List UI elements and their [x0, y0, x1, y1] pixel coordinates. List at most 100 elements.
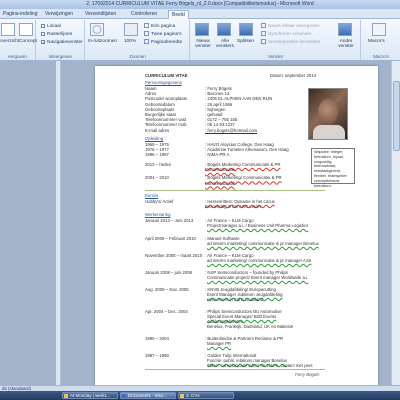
photo-face	[318, 99, 338, 125]
kennis-text: Bezoekdag in het ARC Leider	[205, 204, 262, 210]
switch-window-icon[interactable]	[338, 23, 352, 36]
ribbon-tabs: Pagina-indeling Verwijzingen Verzendlijs…	[0, 9, 400, 19]
photo-shirt	[313, 125, 345, 139]
new-window-icon[interactable]	[195, 23, 209, 36]
cv-heading: CURRICULUM VITAE	[145, 73, 188, 78]
group-zoomen-label: Zoomen	[129, 54, 146, 59]
profile-photo	[308, 88, 348, 140]
werk-detail: Communicatie project/ Event manager Worl…	[207, 275, 309, 280]
werk-period: Januari 2013 – Juni 2013	[145, 218, 194, 223]
taskbar-button-document1[interactable]: Document1 - Micr...	[120, 392, 176, 399]
word-icon	[122, 394, 126, 398]
concept-button[interactable]: Concept	[19, 39, 37, 45]
werk-detail: ad interim marketing/ communicatie & pr …	[207, 258, 312, 263]
navigatievenster-checkbox[interactable]: Navigatievenster	[41, 40, 83, 46]
arrange-all-icon[interactable]	[217, 23, 231, 36]
draft-view-icon[interactable]	[19, 23, 33, 36]
scrollbar-thumb[interactable]	[393, 81, 400, 151]
werk-period: Januari 2008 – juni 2008	[145, 270, 193, 275]
group-zoomen: In-/uitzoomen 100% Eén pagina Twee pagin…	[86, 20, 190, 60]
zoom-100-button[interactable]: 100%	[124, 39, 136, 45]
page-icon	[144, 23, 149, 28]
group-weergeven: Liniaal Rasterlijnen Navigatievenster We…	[37, 20, 85, 60]
vensterpositie-label: Vensterpositie herstellen	[268, 40, 321, 45]
folder-icon	[180, 394, 184, 398]
zoom-icon[interactable]	[90, 23, 104, 36]
werk-period: 1987 – 1990	[145, 353, 169, 358]
synchroon-schuiven-button[interactable]: Synchroon schuiven	[261, 31, 311, 38]
sync-scroll-icon	[261, 31, 266, 36]
naast-elkaar-button[interactable]: Naast elkaar weergeven	[261, 23, 320, 30]
split-icon[interactable]	[239, 23, 253, 36]
cv-datum: Datum: september 2014	[270, 73, 317, 78]
zoom-100-icon[interactable]	[124, 23, 138, 36]
nieuw-venster-button[interactable]: Nieuw venster	[192, 39, 214, 49]
tab-pagina-indeling[interactable]: Pagina-indeling	[0, 10, 40, 19]
folder-icon	[64, 394, 68, 398]
opleiding-period: 2004 – 2010	[145, 175, 169, 181]
opleiding-text: Pommeraceaak	[205, 167, 236, 173]
page-width-icon	[144, 39, 149, 44]
personalia-title: Persoonsgegevens	[145, 80, 182, 85]
outline-view-icon[interactable]	[1, 23, 15, 36]
navigatie-label: Navigatievenster	[47, 40, 83, 45]
document-page[interactable]: CURRICULUM VITAE Datum: september 2014 P…	[95, 66, 378, 385]
skills-box: Wapidee: integer, betrokken, loyaal, zor…	[311, 148, 355, 188]
rasterlijnen-checkbox[interactable]: Rasterlijnen	[41, 32, 72, 38]
footer-divider	[145, 369, 325, 370]
liniaal-label: Liniaal	[47, 24, 61, 29]
tab-verwijzingen[interactable]: Verwijzingen	[42, 10, 76, 19]
een-pagina-label: Eén pagina	[151, 24, 176, 29]
vertical-ruler	[56, 61, 61, 385]
kennis-title: Kennis	[145, 193, 159, 198]
zoom-button[interactable]: In-/uitzoomen	[88, 39, 117, 45]
liniaal-checkbox[interactable]: Liniaal	[41, 24, 61, 30]
vertical-scrollbar[interactable]	[391, 61, 400, 385]
reset-window-icon	[261, 39, 266, 44]
synchroon-label: Synchroon schuiven	[268, 32, 312, 37]
ribbon: overzicht Concept eergaven Liniaal Raste…	[0, 19, 400, 61]
opleiding-text: : NIMA-PR A	[205, 152, 230, 158]
checkbox-icon	[41, 32, 45, 36]
werk-period: 1990 – 2004	[145, 336, 169, 341]
tab-controleren[interactable]: Controleren	[128, 10, 160, 19]
werk-period: Aug. 2005 – Nov. 2005	[145, 287, 189, 292]
werk-period: November 2008 – maart 2010	[145, 253, 203, 258]
werk-detail: Benelux, Frankrijk, Duitsland, UK en Mal…	[207, 324, 293, 329]
checkbox-checked-icon	[41, 40, 45, 44]
ander-venster-button[interactable]: Ander venster	[334, 39, 358, 49]
werk-period: Apr. 2004 – Dec. 2004	[145, 309, 188, 314]
macro-icon[interactable]	[372, 23, 386, 36]
taskbar-button-at-monday[interactable]: At Monday | werkt...	[62, 392, 118, 399]
taskbar-label: At Monday | werkt...	[70, 393, 110, 398]
rasterlijnen-label: Rasterlijnen	[47, 32, 73, 37]
tab-verzendlijsten[interactable]: Verzendlijsten	[82, 10, 119, 19]
opleiding-period: 2013 – heden	[145, 162, 172, 167]
een-pagina-button[interactable]: Eén pagina	[144, 23, 175, 30]
window-title: 2. 17092014 CURRICULUM VITAE Ferry Bögel…	[0, 0, 400, 9]
personalia-label: E-mail adres	[145, 127, 170, 133]
group-views: overzicht Concept eergaven	[0, 20, 37, 60]
werk-detail: ad interim marketing/ communicatie & pr …	[207, 241, 319, 246]
taskbar-button-cvs[interactable]: 3. CVs	[178, 392, 234, 399]
paginabreedte-label: Paginabreedte	[151, 40, 183, 45]
group-venster: Nieuw venster Alle vensters Splitsen Naa…	[191, 20, 361, 60]
overzicht-button[interactable]: overzicht	[0, 39, 19, 45]
werk-detail: evenement in Kühn Duitsland	[207, 297, 264, 302]
tab-beeld[interactable]: Beeld	[168, 10, 189, 19]
pages-icon	[144, 31, 149, 36]
paginabreedte-button[interactable]: Paginabreedte	[144, 39, 182, 46]
werk-detail: Taken: communicatie intern en extern, co…	[207, 363, 313, 368]
group-weergeven-label: Weergeven	[49, 54, 72, 59]
alle-vensters-button[interactable]: Alle vensters	[214, 39, 236, 49]
werk-title: Werkervaring	[145, 212, 171, 217]
twee-paginas-label: Twee pagina's	[151, 32, 182, 37]
werk-period: April 2009 – Februari 2010	[145, 236, 196, 241]
twee-paginas-button[interactable]: Twee pagina's	[144, 31, 182, 38]
group-macros-label: Macro's	[373, 54, 389, 59]
splitsen-button[interactable]: Splitsen	[237, 39, 254, 45]
macros-button[interactable]: Macro's	[368, 39, 385, 45]
kennis-period: Hobby's/ Actief	[145, 199, 174, 204]
checkbox-icon	[41, 24, 45, 28]
vensterpositie-button[interactable]: Vensterpositie herstellen	[261, 39, 320, 46]
